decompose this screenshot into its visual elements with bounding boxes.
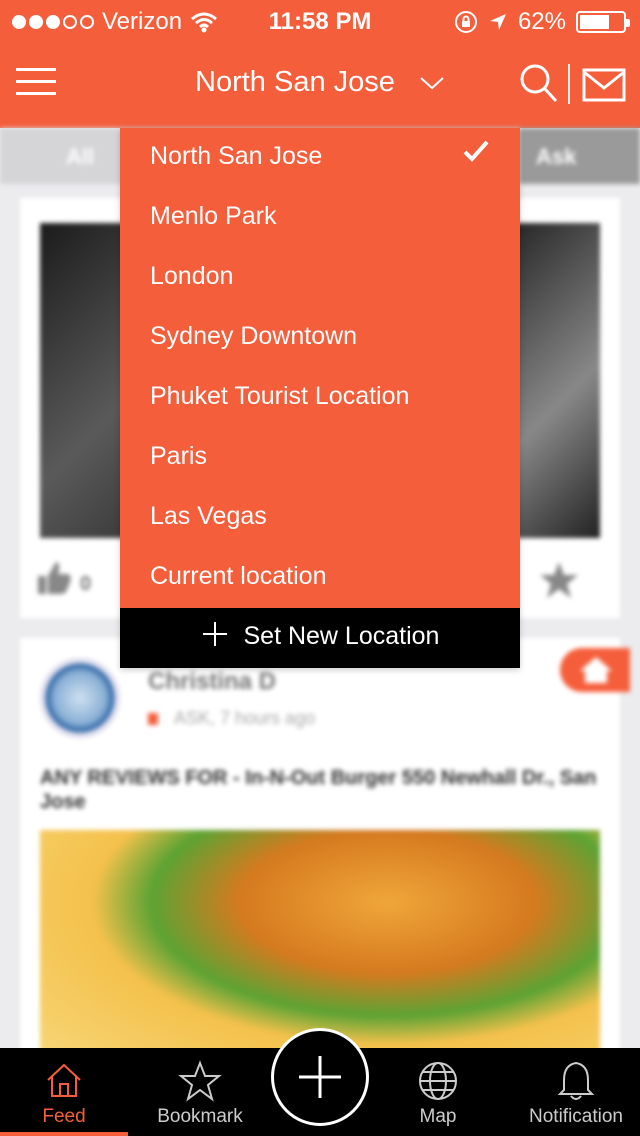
status-bar: Verizon 11:58 PM 62% [0, 0, 640, 40]
post-meta-text: ASK, 7 hours ago [174, 708, 316, 728]
active-tab-indicator [0, 1132, 128, 1136]
search-icon [520, 64, 558, 103]
battery-percent: 62% [517, 8, 566, 35]
tab-ask[interactable]: Ask [536, 144, 576, 170]
like-count: 0 [80, 573, 92, 595]
top-bar: Verizon 11:58 PM 62% North San Jose [0, 0, 640, 128]
tab-feed[interactable]: Feed [0, 1048, 128, 1136]
rotation-lock-icon [454, 11, 477, 33]
location-arrow-icon [489, 14, 506, 30]
thumbs-up-icon[interactable] [34, 558, 74, 598]
post-meta: ASK, 7 hours ago [148, 708, 315, 729]
battery-icon [576, 11, 630, 33]
status-right: 62% [454, 8, 630, 36]
header-title: North San Jose [195, 66, 395, 98]
add-post-button[interactable] [271, 1028, 369, 1126]
location-option-sydney-downtown[interactable]: Sydney Downtown [120, 308, 520, 368]
location-option-label: Sydney Downtown [150, 322, 358, 350]
tab-feed-label: Feed [42, 1106, 86, 1127]
star-icon [178, 1060, 222, 1102]
mail-icon [582, 68, 626, 102]
checkmark-icon [463, 140, 489, 162]
plus-icon [299, 1056, 341, 1098]
feed-card[interactable]: Christina D ASK, 7 hours ago ANY REVIEWS… [20, 638, 630, 1070]
mail-button[interactable] [582, 68, 626, 102]
bell-icon [557, 1061, 595, 1100]
location-option-label: Paris [150, 442, 207, 470]
globe-icon [419, 1062, 457, 1100]
tab-notification-label: Notification [529, 1106, 623, 1127]
header-divider [568, 64, 570, 104]
location-option-label: Las Vegas [150, 502, 267, 530]
location-option-label: Phuket Tourist Location [150, 382, 410, 410]
plus-icon [202, 622, 227, 647]
location-option-label: Current location [150, 562, 327, 590]
star-icon[interactable] [538, 560, 580, 600]
set-new-location-button[interactable]: Set New Location [120, 608, 520, 668]
location-option-label: London [150, 262, 234, 290]
location-option-current[interactable]: Current location [120, 548, 520, 608]
post-author[interactable]: Christina D [148, 668, 276, 696]
home-badge-icon [560, 648, 630, 692]
location-option-london[interactable]: London [120, 248, 520, 308]
tab-all[interactable]: All [66, 144, 94, 170]
location-option-menlo-park[interactable]: Menlo Park [120, 188, 520, 248]
home-icon [47, 1063, 81, 1097]
tab-map[interactable]: Map [374, 1048, 502, 1136]
location-option-north-san-jose[interactable]: North San Jose [120, 128, 520, 188]
location-option-phuket[interactable]: Phuket Tourist Location [120, 368, 520, 428]
set-new-location-label: Set New Location [243, 622, 440, 650]
avatar[interactable] [40, 658, 120, 738]
location-option-paris[interactable]: Paris [120, 428, 520, 488]
tab-bookmark-label: Bookmark [157, 1106, 243, 1127]
search-button[interactable] [518, 62, 560, 106]
tab-bookmark[interactable]: Bookmark [136, 1048, 264, 1136]
chevron-down-icon [420, 77, 444, 90]
tab-notification[interactable]: Notification [512, 1048, 640, 1136]
location-option-las-vegas[interactable]: Las Vegas [120, 488, 520, 548]
location-option-label: North San Jose [150, 142, 323, 170]
location-option-label: Menlo Park [150, 202, 277, 230]
location-dropdown: North San Jose Menlo Park London Sydney … [120, 128, 520, 668]
post-title[interactable]: ANY REVIEWS FOR - In-N-Out Burger 550 Ne… [40, 766, 600, 814]
tab-map-label: Map [419, 1106, 457, 1127]
